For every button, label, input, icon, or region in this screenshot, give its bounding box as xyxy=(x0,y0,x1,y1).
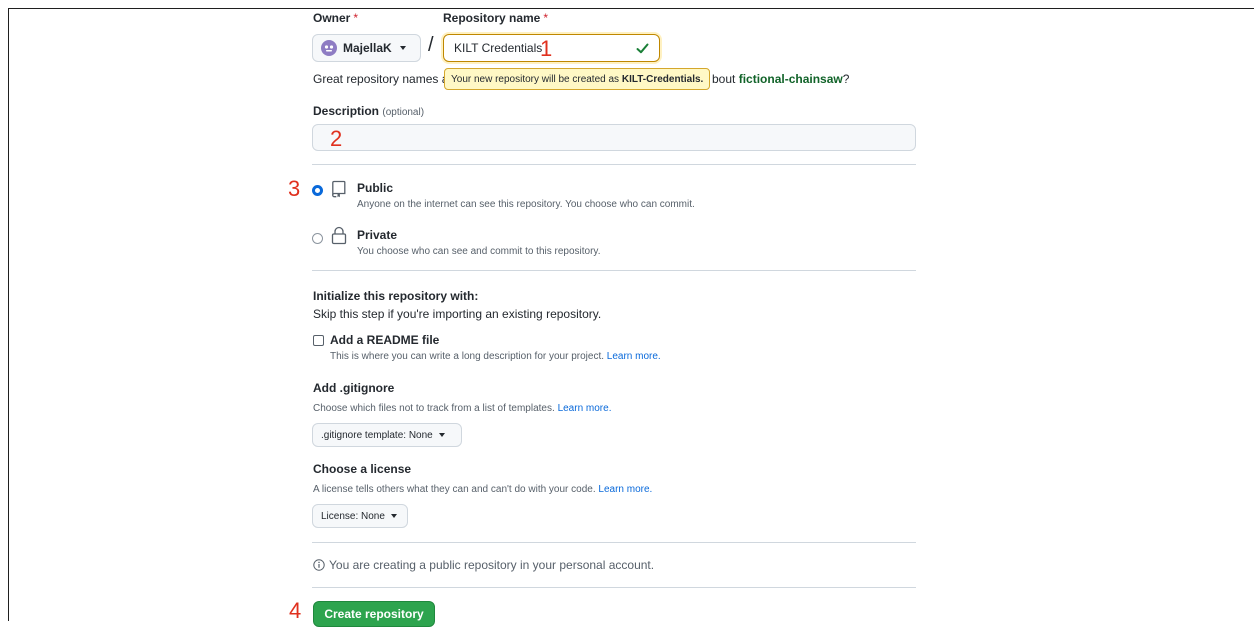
description-label: Description (optional) xyxy=(313,104,425,118)
init-title: Initialize this repository with: xyxy=(313,289,479,303)
gitignore-title: Add .gitignore xyxy=(313,381,395,395)
suggested-name-link[interactable]: fictional-chainsaw xyxy=(739,72,843,86)
create-repository-button[interactable]: Create repository xyxy=(313,601,435,627)
caret-down-icon xyxy=(438,433,445,437)
repo-name-tooltip: Your new repository will be created as K… xyxy=(444,68,711,90)
init-subtitle: Skip this step if you're importing an ex… xyxy=(313,307,602,321)
private-radio[interactable] xyxy=(312,233,323,244)
avatar-icon xyxy=(321,40,337,56)
readme-learn-more-link[interactable]: Learn more. xyxy=(607,351,661,362)
gitignore-learn-more-link[interactable]: Learn more. xyxy=(558,403,612,414)
license-select[interactable]: License: None xyxy=(312,504,408,528)
readme-label: Add a README file xyxy=(330,333,440,347)
annotation-1: 1 xyxy=(540,36,553,61)
public-radio[interactable] xyxy=(312,185,323,196)
repo-name-hint-end: bout fictional-chainsaw? xyxy=(712,72,850,86)
lock-icon xyxy=(331,226,347,245)
description-input[interactable] xyxy=(312,124,916,151)
license-description: A license tells others what they can and… xyxy=(313,484,653,495)
gitignore-description: Choose which files not to track from a l… xyxy=(313,403,612,414)
repo-name-label: Repository name * xyxy=(443,11,549,25)
license-title: Choose a license xyxy=(313,462,412,476)
owner-name: MajellaK xyxy=(343,41,392,55)
owner-label: Owner * xyxy=(313,11,359,25)
readme-checkbox[interactable] xyxy=(313,335,324,346)
owner-select-button[interactable]: MajellaK xyxy=(312,34,421,62)
caret-down-icon xyxy=(390,514,397,518)
info-icon xyxy=(313,559,325,571)
page-frame xyxy=(8,8,1254,621)
annotation-4: 4 xyxy=(289,598,302,623)
annotation-3: 3 xyxy=(288,176,301,201)
license-learn-more-link[interactable]: Learn more. xyxy=(598,484,652,495)
private-description: You choose who can see and commit to thi… xyxy=(357,246,601,257)
public-label: Public xyxy=(357,181,394,195)
repo-name-hint-start: Great repository names a xyxy=(313,72,449,86)
annotation-2: 2 xyxy=(330,126,343,151)
private-label: Private xyxy=(357,228,398,242)
caret-down-icon xyxy=(399,46,406,50)
divider xyxy=(312,587,916,588)
gitignore-template-select[interactable]: .gitignore template: None xyxy=(312,423,462,447)
owner-repo-separator: / xyxy=(428,34,434,56)
repository-name-value: KILT Credentials xyxy=(454,41,543,55)
readme-description: This is where you can write a long descr… xyxy=(330,351,661,362)
divider xyxy=(312,542,916,543)
divider xyxy=(312,164,916,165)
divider xyxy=(312,270,916,271)
public-description: Anyone on the internet can see this repo… xyxy=(357,199,695,210)
public-repo-notice: You are creating a public repository in … xyxy=(329,558,655,572)
repo-icon xyxy=(332,180,346,198)
check-icon xyxy=(636,43,649,54)
